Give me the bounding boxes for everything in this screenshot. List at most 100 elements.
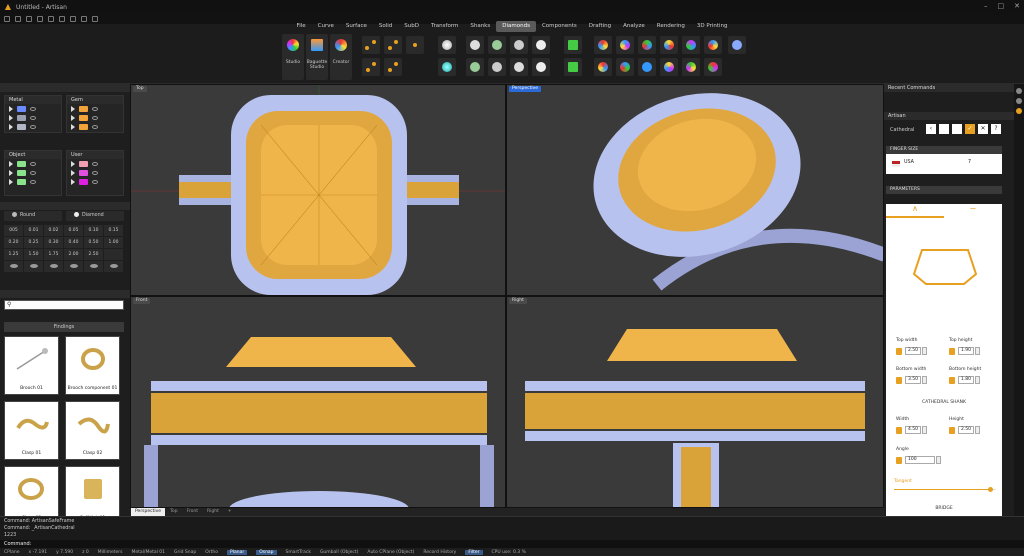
tangent-slider-track[interactable] (894, 487, 996, 492)
gem-size-button[interactable]: 0.20 (4, 237, 23, 248)
eye-icon[interactable] (30, 124, 36, 129)
panel-icon[interactable] (1016, 98, 1022, 104)
panel-icon[interactable] (1016, 88, 1022, 94)
metal-color-swatch[interactable] (17, 105, 26, 112)
gem-size-button[interactable]: 2.00 (64, 249, 83, 260)
cathedral-shank-tab[interactable]: ∧ (886, 204, 944, 218)
height-input[interactable]: 2.50 (958, 426, 974, 434)
gem-size-button[interactable]: 1.50 (24, 249, 43, 260)
back-icon[interactable]: ‹ (926, 124, 936, 134)
eye-icon[interactable] (30, 115, 36, 120)
gem-pair-button[interactable] (384, 58, 402, 76)
top-height-input[interactable]: 1.90 (958, 347, 974, 355)
user-layer-row[interactable] (67, 168, 123, 177)
cancel-x-icon[interactable]: ✕ (978, 124, 988, 134)
gem-distance-button[interactable] (638, 58, 656, 76)
bridge-shank-tab[interactable]: ∽ (944, 204, 1002, 218)
eye-icon[interactable] (30, 179, 36, 184)
gem-wand-button[interactable] (704, 36, 722, 54)
eye-icon[interactable] (92, 170, 98, 175)
tab-surface[interactable]: Surface (340, 21, 373, 32)
halo-setting-button[interactable] (510, 36, 528, 54)
gem-color-swatch[interactable] (79, 123, 88, 130)
gem-profile-button[interactable] (44, 261, 63, 272)
gem-size-button[interactable]: 0.05 (64, 225, 83, 236)
gem-report-button[interactable] (616, 36, 634, 54)
gem-size-button[interactable]: 0.50 (84, 237, 103, 248)
gem-resize-button[interactable] (660, 58, 678, 76)
gem-size-button[interactable]: 0.10 (84, 225, 103, 236)
save-icon[interactable] (939, 124, 949, 134)
user-color-swatch[interactable] (79, 178, 88, 185)
status-filter[interactable]: Filter (465, 549, 483, 555)
status-auto-cplane[interactable]: Auto CPlane (Object) (367, 550, 414, 555)
tab-drafting[interactable]: Drafting (583, 21, 617, 32)
gem-color-swatch[interactable] (79, 105, 88, 112)
gem-magic-button[interactable] (704, 58, 722, 76)
width-input[interactable]: 4.50 (905, 426, 921, 434)
shape-diamond-dropdown[interactable]: Diamond (66, 211, 124, 221)
finger-size-dropdown[interactable]: 7 (968, 160, 971, 165)
gem-size-button[interactable]: 0.30 (44, 237, 63, 248)
refresh-icon[interactable] (952, 124, 962, 134)
user-color-swatch[interactable] (79, 160, 88, 167)
gem-color-swatch[interactable] (79, 114, 88, 121)
studio-button[interactable]: Studio (282, 34, 304, 80)
object-color-swatch[interactable] (17, 169, 26, 176)
tab-shanks[interactable]: Shanks (464, 21, 496, 32)
vptab-perspective[interactable]: Perspective (131, 508, 166, 516)
top-height-stepper[interactable] (975, 347, 980, 355)
eye-icon[interactable] (92, 124, 98, 129)
tab-3d-printing[interactable]: 3D Printing (691, 21, 734, 32)
user-layer-row[interactable] (67, 159, 123, 168)
bezel-setting-button[interactable] (488, 36, 506, 54)
metal-layer-row[interactable] (5, 122, 61, 131)
prong-setting-button[interactable] (466, 36, 484, 54)
cluster-setting-button[interactable] (532, 36, 550, 54)
finding-item[interactable]: Clasp 02 (65, 401, 120, 460)
user-color-swatch[interactable] (79, 169, 88, 176)
status-smarttrack[interactable]: SmartTrack (286, 550, 311, 555)
bottom-height-stepper[interactable] (975, 376, 980, 384)
gem-weight-button[interactable] (660, 36, 678, 54)
status-osnap[interactable]: Osnap (256, 549, 277, 555)
width-stepper[interactable] (922, 426, 927, 434)
object-layer-row[interactable] (5, 159, 61, 168)
tab-diamonds[interactable]: Diamonds (496, 21, 536, 32)
vptab-front[interactable]: Front (183, 508, 202, 516)
minimize-icon[interactable]: – (984, 2, 988, 10)
parameters-section-header[interactable]: PARAMETERS (886, 186, 1002, 194)
eye-icon[interactable] (30, 161, 36, 166)
gem-layer-row[interactable] (67, 122, 123, 131)
status-grid-snap[interactable]: Grid Snap (174, 550, 196, 555)
tab-file[interactable]: File (290, 21, 311, 32)
gem-profile-button[interactable] (104, 261, 123, 272)
creator-button[interactable]: Creator (330, 34, 352, 80)
command-input[interactable]: Command: (0, 540, 1024, 548)
gem-size-button[interactable] (104, 249, 123, 260)
angle-input[interactable]: 100 (905, 456, 935, 464)
metal-layer-row[interactable] (5, 104, 61, 113)
pave-setting-button[interactable] (488, 58, 506, 76)
gem-size-button[interactable]: 2.50 (84, 249, 103, 260)
gem-profile-button[interactable] (4, 261, 23, 272)
gem-on-curve-button[interactable] (362, 36, 380, 54)
eye-icon[interactable] (92, 179, 98, 184)
object-layer-row[interactable] (5, 177, 61, 186)
gem-size-button[interactable]: 0.15 (104, 225, 123, 236)
gem-line-button[interactable] (362, 58, 380, 76)
cutter-array-button[interactable] (564, 58, 582, 76)
metal-layer-row[interactable] (5, 113, 61, 122)
gem-cross-button[interactable] (406, 36, 424, 54)
pave-cluster-button[interactable] (532, 58, 550, 76)
status-planar[interactable]: Planar (227, 549, 248, 555)
shape-round-dropdown[interactable]: Round (4, 211, 62, 221)
gem-export-button[interactable] (728, 36, 746, 54)
tab-solid[interactable]: Solid (373, 21, 398, 32)
gem-flip-button[interactable] (682, 58, 700, 76)
metal-color-swatch[interactable] (17, 114, 26, 121)
top-width-stepper[interactable] (922, 347, 927, 355)
cutter-button[interactable] (564, 36, 582, 54)
status-layer[interactable]: Metal/Metal 01 (132, 550, 166, 555)
eye-icon[interactable] (30, 106, 36, 111)
